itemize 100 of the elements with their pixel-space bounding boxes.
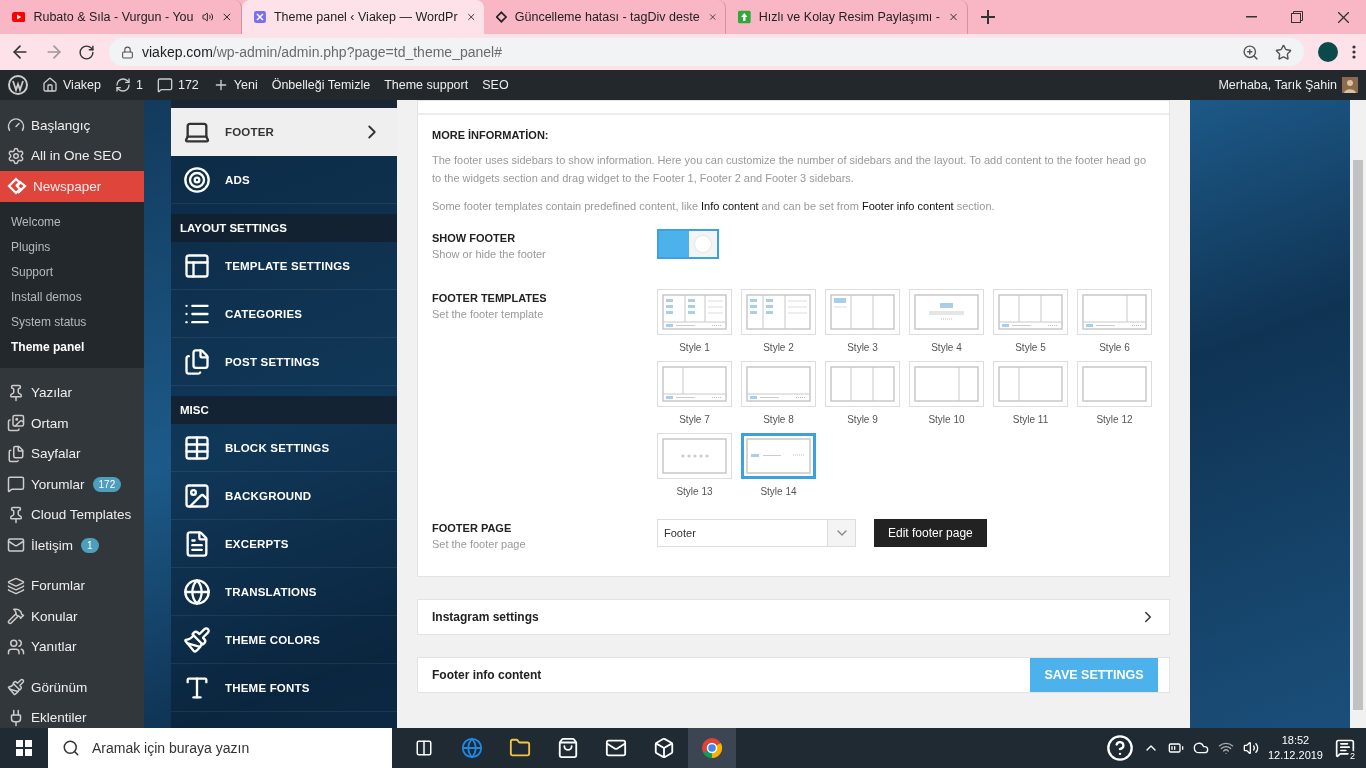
admin-menu-item[interactable]: Yazılar bbox=[0, 377, 144, 408]
images-icon bbox=[7, 414, 25, 433]
new-link[interactable]: Yeni bbox=[212, 77, 258, 93]
home-icon bbox=[42, 77, 58, 93]
setting-label: FOOTER TEMPLATES bbox=[432, 292, 548, 304]
info-title: MORE İNFORMATİON: bbox=[432, 129, 550, 141]
toggle-switch[interactable] bbox=[657, 229, 719, 259]
minimize-icon[interactable] bbox=[1245, 16, 1257, 18]
restore-icon[interactable] bbox=[1291, 11, 1303, 23]
footer-layout-icon bbox=[830, 294, 895, 330]
close-icon[interactable] bbox=[1337, 11, 1349, 23]
admin-menu-item[interactable]: Eklentiler bbox=[0, 702, 144, 728]
taskbar-search-field[interactable]: Aramak için buraya yazın bbox=[48, 728, 392, 768]
folder-icon bbox=[509, 737, 531, 759]
admin-menu-item[interactable]: Başlangıç bbox=[0, 110, 144, 141]
browser-tab[interactable]: Theme panel ‹ Viakep — WordPr bbox=[242, 0, 484, 34]
footer-layout-icon bbox=[830, 366, 895, 402]
submenu-item[interactable]: Install demos bbox=[0, 284, 144, 310]
panel-nav-item[interactable]: TEMPLATE SETTINGS bbox=[171, 242, 397, 290]
comment-icon bbox=[7, 475, 25, 494]
clock-time[interactable]: 18:52 bbox=[1281, 733, 1310, 748]
panel-nav-item[interactable]: BACKGROUND bbox=[171, 472, 397, 520]
panel-nav-item[interactable]: FOOTER bbox=[171, 108, 397, 156]
users-icon bbox=[7, 637, 25, 656]
speaker-icon bbox=[201, 10, 214, 24]
admin-menu-item[interactable]: Ortam bbox=[0, 408, 144, 439]
section-bar[interactable]: Footer info content SAVE SETTINGS bbox=[417, 657, 1170, 693]
theme-icon bbox=[254, 9, 266, 25]
submenu-item[interactable]: System status bbox=[0, 309, 144, 335]
chrome-taskbar-button[interactable] bbox=[688, 728, 736, 768]
globe-icon bbox=[461, 737, 483, 759]
comments-link[interactable]: 172 bbox=[156, 77, 199, 93]
page-select[interactable]: Footer bbox=[657, 519, 856, 547]
new-tab-icon[interactable] bbox=[981, 10, 995, 24]
menu-icon[interactable] bbox=[1352, 45, 1356, 59]
admin-bar-link[interactable]: SEO bbox=[482, 78, 509, 92]
footer-layout-icon bbox=[662, 438, 727, 474]
submenu-item[interactable]: Theme panel bbox=[0, 334, 144, 360]
panel-nav-item[interactable]: BLOCK SETTINGS bbox=[171, 424, 397, 472]
footer-layout-icon bbox=[998, 294, 1063, 330]
submenu-item[interactable]: Support bbox=[0, 259, 144, 285]
submenu-item[interactable]: Welcome bbox=[0, 209, 144, 235]
panel-nav-item[interactable]: POST SETTINGS bbox=[171, 338, 397, 386]
admin-bar-link[interactable]: Önbelleği Temizle bbox=[271, 78, 371, 92]
wordpress-logo-icon[interactable] bbox=[8, 75, 28, 95]
zoom-icon bbox=[1242, 43, 1259, 61]
submenu-item[interactable]: Plugins bbox=[0, 234, 144, 260]
lock-icon[interactable] bbox=[121, 45, 134, 59]
admin-menu-item[interactable]: All in One SEO bbox=[0, 140, 144, 171]
footer-layout-icon bbox=[746, 294, 811, 330]
documents-icon bbox=[183, 347, 211, 376]
user-avatar[interactable] bbox=[1342, 77, 1358, 93]
template-label: Style 1 bbox=[679, 342, 710, 353]
section-bar[interactable]: Instagram settings bbox=[417, 599, 1170, 635]
mail-icon bbox=[7, 536, 25, 555]
info-paragraph: The footer uses sidebars to show information. Here you can customize the number of sidebars and the layout. To add content to the footer head go to the widgets section and drag widget to the Footer 1, Footer 2 and Footer 3 sidebars. bbox=[432, 153, 1147, 186]
template-label: Style 4 bbox=[931, 342, 962, 353]
section-title: Instagram settings bbox=[432, 610, 540, 624]
newspaper-logo-icon bbox=[7, 177, 27, 196]
count-badge: 172 bbox=[92, 476, 122, 492]
greeting-link[interactable]: Merhaba, Tarık Şahin bbox=[1218, 78, 1337, 92]
admin-bar-link[interactable]: Theme support bbox=[384, 78, 469, 92]
admin-menu-item[interactable]: Konular bbox=[0, 601, 144, 632]
pin-icon bbox=[7, 505, 25, 524]
panel-nav-item[interactable]: TRANSLATIONS bbox=[171, 568, 397, 616]
task-view-icon bbox=[415, 739, 433, 757]
profile-avatar[interactable] bbox=[1318, 42, 1338, 62]
template-label: Style 10 bbox=[928, 414, 965, 425]
edit-footer-button[interactable]: Edit footer page bbox=[874, 519, 987, 547]
pin-icon bbox=[7, 383, 25, 402]
admin-menu-item[interactable]: Yanıtlar bbox=[0, 631, 144, 662]
admin-menu-item[interactable]: Yorumlar 172 bbox=[0, 469, 144, 500]
admin-menu-item[interactable]: Forumlar bbox=[0, 570, 144, 601]
footer-layout-icon bbox=[662, 294, 727, 330]
site-link[interactable]: Viakep bbox=[42, 77, 101, 93]
admin-menu-item[interactable]: İletişim 1 bbox=[0, 530, 144, 561]
address-bar[interactable]: viakep.com/wp-admin/admin.php?page=td_theme_panel# bbox=[109, 38, 1304, 66]
admin-menu-item[interactable]: Sayfalar bbox=[0, 438, 144, 469]
box-icon bbox=[653, 737, 675, 759]
scrollbar[interactable] bbox=[1350, 100, 1366, 728]
upload-icon bbox=[738, 9, 751, 25]
clock-date[interactable]: 12.12.2019 bbox=[1267, 748, 1323, 763]
window-icon bbox=[183, 251, 211, 280]
admin-menu-item[interactable]: Görünüm bbox=[0, 672, 144, 703]
admin-menu-item[interactable]: Newspaper bbox=[0, 171, 144, 202]
updates-link[interactable]: 1 bbox=[115, 77, 143, 93]
footer-layout-icon bbox=[1082, 366, 1147, 402]
info-paragraph: Some footer templates contain predefined content, like Info content and can be set from Footer info content section. bbox=[432, 199, 996, 214]
panel-nav-item[interactable]: ADS bbox=[171, 156, 397, 204]
template-option[interactable] bbox=[741, 433, 816, 479]
footer-layout-icon bbox=[662, 366, 727, 402]
admin-menu-item[interactable]: Cloud Templates bbox=[0, 499, 144, 530]
footer-layout-icon bbox=[998, 366, 1063, 402]
gear-icon bbox=[7, 146, 25, 165]
template-label: Style 7 bbox=[679, 414, 710, 425]
template-label: Style 8 bbox=[763, 414, 794, 425]
panel-nav-item[interactable]: THEME COLORS bbox=[171, 616, 397, 664]
bag-icon bbox=[557, 737, 579, 759]
count-badge: 1 bbox=[81, 537, 99, 553]
panel-nav-item[interactable]: EXCERPTS bbox=[171, 520, 397, 568]
